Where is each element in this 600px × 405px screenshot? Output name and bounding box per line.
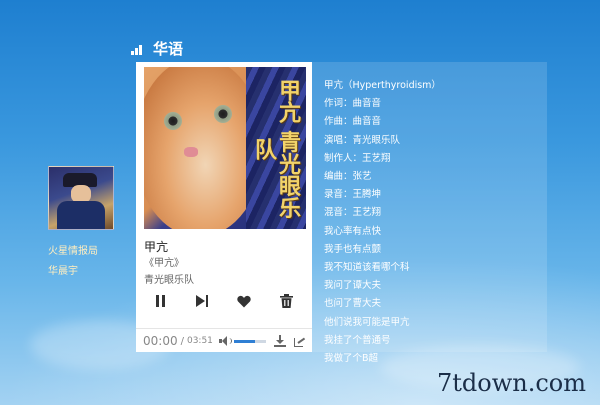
artist-card[interactable]: 火星情报局 华晨宇 [48,166,118,277]
lyric-line: 演唱：青光眼乐队 [324,134,401,146]
heart-icon [237,295,251,307]
lyric-line: 混音：王艺翔 [324,207,382,219]
lyric-line: 录音：王腾坤 [324,189,382,201]
volume-slider-fill [233,339,255,343]
lyric-line: 甲亢（Hyperthyroidism） [324,80,441,91]
volume-slider[interactable] [233,339,266,343]
pause-button[interactable] [148,289,172,313]
lyric-line: 我问了谭大夫 [324,280,382,292]
time-separator: / [180,335,184,347]
share-icon[interactable] [293,335,306,347]
delete-button[interactable] [274,289,298,313]
volume-icon[interactable] [218,336,232,346]
download-icon[interactable] [273,335,286,347]
lyric-line: 我挂了个普通号 [324,334,391,346]
song-title: 甲亢 [144,240,169,254]
next-track-icon [196,295,208,307]
player-card: 甲亢 青光眼乐队 甲亢 《甲亢》 青光眼乐队 00:00 / 03:51 [136,62,312,352]
lyric-line: 作词：曲音音 [324,98,382,110]
lyric-line: 制作人：王艺翔 [324,152,391,164]
lyric-line: 也问了曹大夫 [324,298,382,310]
lyrics-list: 甲亢（Hyperthyroidism） 作词：曲音音 作曲：曲音音演唱：青光眼乐队制… [324,77,441,368]
album-name[interactable]: 《甲亢》 [144,254,184,269]
lyrics-panel: 甲亢（Hyperthyroidism） 作词：曲音音 作曲：曲音音演唱：青光眼乐队制… [312,62,547,364]
album-cover-title: 甲亢 青光眼乐队 [251,79,301,219]
current-time: 00:00 [143,334,178,348]
playback-controls [148,288,298,314]
pause-icon [155,295,165,307]
total-time: 03:51 [186,336,213,346]
lyric-line: 编曲：张艺 [324,171,372,183]
section-header: 华语 [131,38,183,59]
lyric-line: 我手也有点颤 [324,243,382,255]
artist-show-label[interactable]: 火星情报局 [48,242,118,257]
artist-avatar[interactable] [48,166,114,230]
lyric-line: 我做了个B超 [324,353,379,365]
next-button[interactable] [190,289,214,313]
progress-bar-row: 00:00 / 03:51 [136,328,312,353]
lyric-line: 我心率有点快 [324,225,382,237]
lyric-line: 他们说我可能是甲亢 [324,316,410,328]
song-artist[interactable]: 青光眼乐队 [144,271,194,286]
lyric-line: 作曲：曲音音 [324,116,382,128]
artist-name-label[interactable]: 华晨宇 [48,262,118,277]
like-button[interactable] [232,289,256,313]
section-title: 华语 [153,40,184,58]
album-cover: 甲亢 青光眼乐队 [144,67,306,229]
lyric-line: 我不知道该看哪个科 [324,262,410,274]
signal-bars-icon [131,43,145,55]
trash-icon [279,294,293,308]
watermark: 7tdown.com [436,369,586,397]
